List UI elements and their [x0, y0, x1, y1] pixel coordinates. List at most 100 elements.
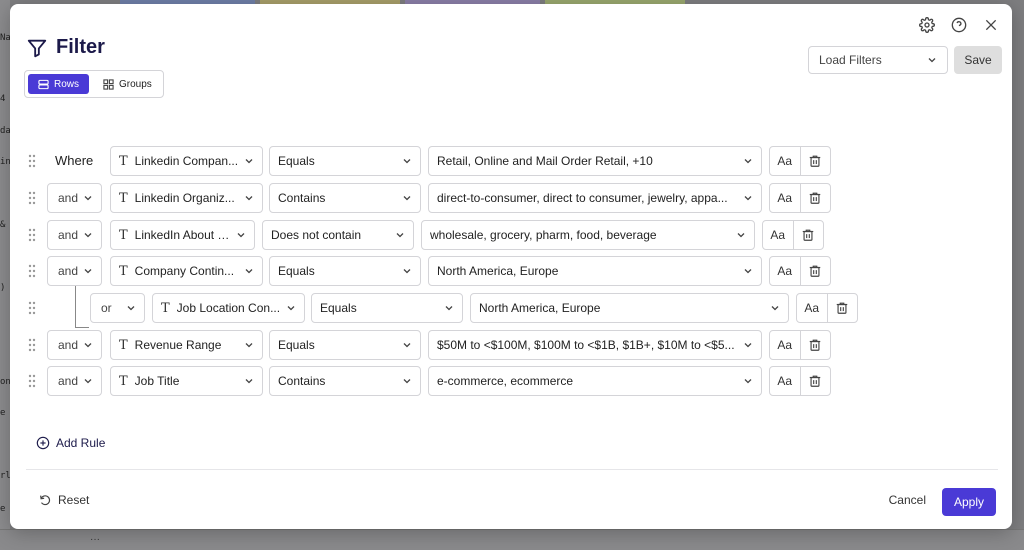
operator-select-value: Equals — [278, 338, 315, 352]
text-type-icon: T — [161, 300, 170, 316]
field-select[interactable]: T Company Contin... — [110, 256, 263, 286]
value-select[interactable]: North America, Europe — [470, 293, 789, 323]
case-sensitive-toggle[interactable]: Aa — [770, 367, 801, 395]
operator-select[interactable]: Equals — [269, 256, 421, 286]
conjunction-select[interactable]: and — [47, 220, 102, 250]
rows-tab-label: Rows — [54, 78, 80, 90]
value-select[interactable]: wholesale, grocery, pharm, food, beverag… — [421, 220, 755, 250]
conjunction-value: and — [58, 191, 79, 205]
field-select-value: Linkedin Compan... — [134, 154, 239, 168]
case-sensitive-toggle[interactable]: Aa — [763, 221, 794, 249]
value-select[interactable]: direct-to-consumer, direct to consumer, … — [428, 183, 762, 213]
rule-actions: Aa — [769, 146, 831, 176]
chevron-down-icon — [744, 343, 752, 348]
chevron-down-icon — [396, 233, 404, 238]
value-select[interactable]: $50M to <$100M, $100M to <$1B, $1B+, $10… — [428, 330, 762, 360]
field-select[interactable]: T Job Location Con... — [152, 293, 305, 323]
case-sensitive-toggle[interactable]: Aa — [770, 184, 801, 212]
value-select-value: North America, Europe — [479, 301, 601, 315]
load-filters-dropdown[interactable]: Load Filters — [808, 46, 948, 74]
operator-select[interactable]: Equals — [269, 146, 421, 176]
delete-rule-button[interactable] — [801, 147, 831, 175]
filter-funnel-icon — [27, 39, 47, 57]
conjunction-value: and — [58, 374, 79, 388]
reset-button[interactable]: Reset — [38, 493, 89, 507]
drag-handle-icon[interactable] — [27, 190, 37, 206]
field-select[interactable]: T LinkedIn About Us — [110, 220, 255, 250]
operator-select-value: Contains — [278, 374, 326, 388]
where-label: Where — [55, 153, 94, 168]
value-select[interactable]: e-commerce, ecommerce — [428, 366, 762, 396]
case-sensitive-toggle[interactable]: Aa — [770, 147, 801, 175]
drag-handle-icon[interactable] — [27, 337, 37, 353]
chevron-down-icon — [127, 306, 135, 311]
delete-rule-button[interactable] — [801, 367, 831, 395]
conjunction-select[interactable]: or — [90, 293, 145, 323]
operator-select-value: Equals — [320, 301, 357, 315]
drag-handle-icon[interactable] — [27, 300, 37, 316]
page-title: Filter — [56, 36, 105, 58]
delete-rule-button[interactable] — [801, 257, 831, 285]
field-select[interactable]: T Linkedin Compan... — [110, 146, 263, 176]
modal-title-row: Filter — [26, 36, 105, 59]
settings-gear-icon[interactable] — [918, 16, 936, 34]
filter-modal: Filter Rows Groups Load Filters Save Whe… — [10, 4, 1012, 529]
conjunction-select[interactable]: and — [47, 183, 102, 213]
drag-handle-icon[interactable] — [27, 153, 37, 169]
operator-select[interactable]: Does not contain — [262, 220, 414, 250]
bg-fragment: & — [0, 220, 6, 230]
chevron-down-icon — [744, 159, 752, 164]
filter-rule-row: Where T Linkedin Compan... Equals Retail,… — [10, 146, 1012, 176]
rule-actions: Aa — [796, 293, 858, 323]
conjunction-select[interactable]: and — [47, 256, 102, 286]
cancel-button[interactable]: Cancel — [889, 493, 926, 507]
add-rule-button[interactable]: Add Rule — [36, 436, 105, 450]
chevron-down-icon — [245, 343, 253, 348]
case-sensitive-toggle[interactable]: Aa — [770, 257, 801, 285]
operator-select-value: Equals — [278, 154, 315, 168]
apply-button[interactable]: Apply — [942, 488, 996, 516]
operator-select[interactable]: Equals — [311, 293, 463, 323]
conjunction-select[interactable]: and — [47, 366, 102, 396]
operator-select-value: Equals — [278, 264, 315, 278]
operator-select[interactable]: Equals — [269, 330, 421, 360]
operator-select[interactable]: Contains — [269, 183, 421, 213]
drag-handle-icon[interactable] — [27, 227, 37, 243]
case-sensitive-toggle[interactable]: Aa — [797, 294, 828, 322]
drag-handle-icon[interactable] — [27, 263, 37, 279]
help-icon[interactable] — [950, 16, 968, 34]
operator-select[interactable]: Contains — [269, 366, 421, 396]
value-select[interactable]: Retail, Online and Mail Order Retail, +1… — [428, 146, 762, 176]
field-select[interactable]: T Job Title — [110, 366, 263, 396]
chevron-down-icon — [403, 159, 411, 164]
groups-grid-icon — [103, 78, 114, 90]
chevron-down-icon — [744, 269, 752, 274]
delete-rule-button[interactable] — [801, 184, 831, 212]
groups-tab[interactable]: Groups — [93, 74, 162, 94]
chevron-down-icon — [245, 269, 253, 274]
chevron-down-icon — [84, 379, 92, 384]
save-button[interactable]: Save — [954, 46, 1002, 74]
trash-icon — [810, 265, 821, 277]
close-icon[interactable] — [982, 16, 1000, 34]
case-sensitive-toggle[interactable]: Aa — [770, 331, 801, 359]
chevron-down-icon — [403, 343, 411, 348]
chevron-down-icon — [237, 233, 245, 238]
chevron-down-icon — [744, 379, 752, 384]
field-select[interactable]: T Linkedin Organiz... — [110, 183, 263, 213]
value-select[interactable]: North America, Europe — [428, 256, 762, 286]
rows-groups-toggle: Rows Groups — [24, 70, 164, 98]
field-select[interactable]: T Revenue Range — [110, 330, 263, 360]
reset-undo-icon — [40, 495, 51, 506]
conjunction-select[interactable]: and — [47, 330, 102, 360]
delete-rule-button[interactable] — [801, 331, 831, 359]
delete-rule-button[interactable] — [828, 294, 858, 322]
filter-rule-row: and T LinkedIn About Us Does not contain … — [10, 220, 1012, 250]
rows-tab[interactable]: Rows — [28, 74, 90, 94]
delete-rule-button[interactable] — [794, 221, 824, 249]
drag-handle-icon[interactable] — [27, 373, 37, 389]
field-select-value: Linkedin Organiz... — [134, 191, 235, 205]
chevron-down-icon — [445, 306, 453, 311]
filter-rule-row: and T Linkedin Organiz... Contains direct… — [10, 183, 1012, 213]
text-type-icon: T — [119, 190, 128, 206]
